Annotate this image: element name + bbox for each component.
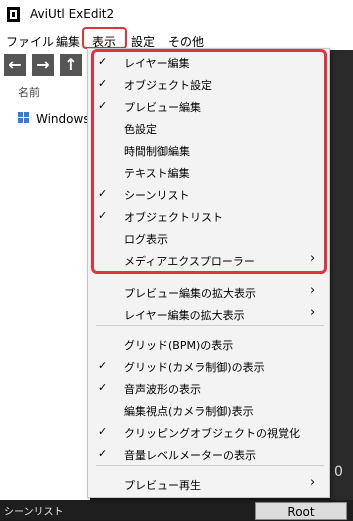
- menu-item-layer-edit-zoom[interactable]: レイヤー編集の拡大表示 ›: [88, 304, 329, 326]
- title-bar: AviUtl ExEdit2: [0, 0, 353, 30]
- menu-separator: [96, 325, 324, 326]
- submenu-arrow-icon: ›: [310, 283, 316, 298]
- menu-item-label: 編集視点(カメラ制御)表示: [124, 405, 254, 418]
- root-button[interactable]: Root: [255, 502, 347, 520]
- menu-item-preview-playback[interactable]: プレビュー再生 ›: [88, 474, 329, 496]
- menu-item-label: グリッド(BPM)の表示: [124, 339, 234, 352]
- menu-item-label: クリッピングオブジェクトの視覚化: [124, 427, 300, 440]
- menu-section-highlight: [91, 49, 327, 274]
- menu-item-label: レイヤー編集の拡大表示: [124, 309, 245, 322]
- tree-item-label: Windows: [36, 112, 90, 126]
- menu-item-grid-camera[interactable]: ✓ グリッド(カメラ制御)の表示: [88, 356, 329, 378]
- tree-item-windows[interactable]: Windows: [18, 112, 90, 126]
- menu-bar: ファイル 編集 表示 設定 その他: [0, 30, 353, 50]
- menu-item-edit-viewpoint[interactable]: 編集視点(カメラ制御)表示: [88, 400, 329, 422]
- windows-logo-icon: [18, 112, 30, 124]
- menu-separator: [96, 465, 324, 466]
- up-arrow-icon[interactable]: ↑: [60, 54, 82, 76]
- forward-arrow-icon[interactable]: →: [32, 54, 54, 76]
- menu-item-preview-edit-zoom[interactable]: プレビュー編集の拡大表示 ›: [88, 282, 329, 304]
- column-header-name[interactable]: 名前: [18, 84, 40, 100]
- window-title: AviUtl ExEdit2: [30, 7, 115, 21]
- menu-item-volume-meter[interactable]: ✓ 音量レベルメーターの表示: [88, 444, 329, 466]
- menu-item-label: プレビュー編集の拡大表示: [124, 287, 256, 300]
- right-number: 0: [334, 464, 343, 480]
- submenu-arrow-icon: ›: [310, 305, 316, 320]
- checkmark-icon: ✓: [98, 425, 108, 438]
- menu-file[interactable]: ファイル: [6, 33, 54, 50]
- menu-item-label: グリッド(カメラ制御)の表示: [124, 361, 265, 374]
- checkmark-icon: ✓: [98, 381, 108, 394]
- menu-item-grid-bpm[interactable]: グリッド(BPM)の表示: [88, 334, 329, 356]
- menu-edit[interactable]: 編集: [56, 33, 80, 50]
- checkmark-icon: ✓: [98, 447, 108, 460]
- menu-item-audio-waveform[interactable]: ✓ 音声波形の表示: [88, 378, 329, 400]
- menu-view-highlight: [82, 27, 127, 49]
- app-icon: [7, 7, 20, 22]
- menu-item-label: 音声波形の表示: [124, 383, 201, 396]
- menu-item-clipping-visualize[interactable]: ✓ クリッピングオブジェクトの視覚化: [88, 422, 329, 444]
- menu-item-label: プレビュー再生: [124, 479, 201, 492]
- checkmark-icon: ✓: [98, 359, 108, 372]
- status-text: シーンリスト: [4, 507, 64, 518]
- menu-item-label: 音量レベルメーターの表示: [124, 449, 256, 462]
- submenu-arrow-icon: ›: [310, 475, 316, 490]
- back-arrow-icon[interactable]: ←: [4, 54, 26, 76]
- right-panel: [330, 50, 353, 500]
